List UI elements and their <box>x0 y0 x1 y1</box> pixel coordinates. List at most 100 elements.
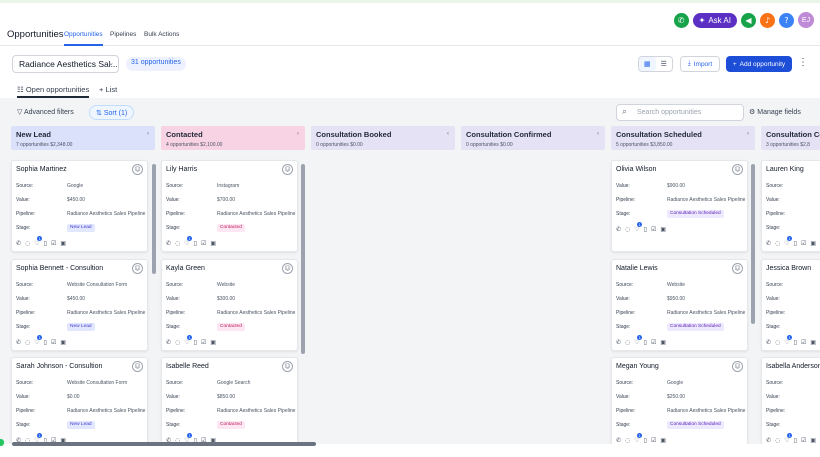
manage-fields-button[interactable]: ⚙ Manage fields <box>749 108 801 116</box>
card-name[interactable]: Kayla Green <box>166 265 205 272</box>
grid-view-icon[interactable]: ▦ <box>639 57 656 71</box>
task-icon[interactable]: ☑ <box>801 339 806 346</box>
document-icon[interactable]: ▯ <box>194 240 197 247</box>
task-icon[interactable]: ☑ <box>51 240 56 247</box>
search-input[interactable]: ⌕ Search opportunities <box>616 104 744 121</box>
document-icon[interactable]: ▯ <box>644 339 647 346</box>
card-name[interactable]: Lily Harris <box>166 166 197 173</box>
assign-user-icon[interactable]: ☺ <box>732 263 743 274</box>
calendar-icon[interactable]: ▣ <box>810 339 816 346</box>
collapse-icon[interactable]: ‹ <box>447 131 449 137</box>
calendar-icon[interactable]: ▣ <box>660 226 666 233</box>
assign-user-icon[interactable]: ☺ <box>132 361 143 372</box>
calendar-icon[interactable]: ▣ <box>210 240 216 247</box>
task-icon[interactable]: ☑ <box>651 226 656 233</box>
phone-icon[interactable]: ✆ <box>616 437 621 444</box>
opportunity-card[interactable]: Isabelle Reed ☺ Source: Google Search Value:… <box>161 357 298 444</box>
document-icon[interactable]: ▯ <box>794 240 797 247</box>
collapse-icon[interactable]: ‹ <box>147 131 149 137</box>
assign-user-icon[interactable]: ☺ <box>132 164 143 175</box>
phone-icon[interactable]: ✆ <box>766 240 771 247</box>
task-icon[interactable]: ☑ <box>651 339 656 346</box>
phone-icon[interactable]: ✆ <box>766 339 771 346</box>
opportunity-card[interactable]: Lauren King☺Source:Value:Pipeline:Stage:… <box>761 160 820 252</box>
chat-icon[interactable]: ◌ <box>175 339 180 346</box>
assign-user-icon[interactable]: ☺ <box>732 361 743 372</box>
task-icon[interactable]: ☑ <box>801 437 806 444</box>
message-icon[interactable]: ♡ <box>784 236 793 247</box>
opportunity-card[interactable]: Megan Young ☺ Source: Google Value: $250.00 Pi… <box>611 357 748 444</box>
message-icon[interactable]: ♡ <box>634 335 643 346</box>
calendar-icon[interactable]: ▣ <box>60 339 66 346</box>
document-icon[interactable]: ▯ <box>794 339 797 346</box>
tab-list[interactable]: + List <box>99 85 117 94</box>
phone-icon[interactable]: ✆ <box>616 226 621 233</box>
card-name[interactable]: Natalie Lewis <box>616 265 658 272</box>
import-button[interactable]: ⤓ Import <box>680 56 720 72</box>
task-icon[interactable]: ☑ <box>201 240 206 247</box>
phone-icon[interactable]: ✆ <box>166 339 171 346</box>
collapse-icon[interactable]: ‹ <box>297 131 299 137</box>
chat-icon[interactable]: ◌ <box>625 437 630 444</box>
document-icon[interactable]: ▯ <box>794 437 797 444</box>
card-name[interactable]: Lauren King <box>766 166 804 173</box>
chat-icon[interactable]: ◌ <box>775 240 780 247</box>
card-name[interactable]: Megan Young <box>616 363 659 370</box>
horizontal-scrollbar[interactable] <box>12 442 316 446</box>
assign-user-icon[interactable]: ☺ <box>282 361 293 372</box>
vertical-scrollbar[interactable] <box>301 164 305 354</box>
message-icon[interactable]: ♡ <box>634 433 643 444</box>
phone-icon[interactable]: ✆ <box>166 240 171 247</box>
advanced-filters-button[interactable]: ▽ Advanced filters <box>17 108 74 116</box>
assign-user-icon[interactable]: ☺ <box>282 164 293 175</box>
calendar-icon[interactable]: ▣ <box>810 240 816 247</box>
chat-icon[interactable]: ◌ <box>25 339 30 346</box>
message-icon[interactable]: ♡ <box>784 335 793 346</box>
document-icon[interactable]: ▯ <box>194 339 197 346</box>
message-icon[interactable]: ♡ <box>34 236 43 247</box>
card-name[interactable]: Sophia Bennett - Consultion <box>16 265 103 272</box>
task-icon[interactable]: ☑ <box>201 339 206 346</box>
opportunity-card[interactable]: Sophia Martinez ☺ Source: Google Value: $450.… <box>11 160 148 252</box>
document-icon[interactable]: ▯ <box>44 240 47 247</box>
document-icon[interactable]: ▯ <box>44 339 47 346</box>
opportunity-card[interactable]: Isabella Anderson☺Source:Value:Pipeline:… <box>761 357 820 444</box>
card-name[interactable]: Sophia Martinez <box>16 166 67 173</box>
card-name[interactable]: Isabella Anderson <box>766 363 820 370</box>
card-name[interactable]: Olivia Wilson <box>616 166 656 173</box>
opportunity-card[interactable]: Natalie Lewis ☺ Source: Website Value: $950.0… <box>611 259 748 351</box>
tab-pipelines[interactable]: Pipelines <box>110 31 136 38</box>
message-icon[interactable]: ♡ <box>784 433 793 444</box>
add-opportunity-button[interactable]: + Add opportunity <box>726 56 792 72</box>
collapse-icon[interactable]: ‹ <box>597 131 599 137</box>
task-icon[interactable]: ☑ <box>651 437 656 444</box>
task-icon[interactable]: ☑ <box>51 339 56 346</box>
opportunity-card[interactable]: Lily Harris ☺ Source: Instagram Value: $700.0… <box>161 160 298 252</box>
assign-user-icon[interactable]: ☺ <box>282 263 293 274</box>
chat-icon[interactable]: ◌ <box>775 437 780 444</box>
card-name[interactable]: Jessica Brown <box>766 265 811 272</box>
calendar-icon[interactable]: ▣ <box>660 339 666 346</box>
tab-bulk-actions[interactable]: Bulk Actions <box>144 31 179 38</box>
tab-opportunities[interactable]: Opportunities <box>64 31 103 46</box>
message-icon[interactable]: ♡ <box>34 335 43 346</box>
view-toggle[interactable]: ▦ ☰ <box>638 56 673 72</box>
message-icon[interactable]: ♡ <box>184 335 193 346</box>
opportunity-card[interactable]: Sarah Johnson - Consultion ☺ Source: Websit… <box>11 357 148 444</box>
sort-button[interactable]: ⇅ Sort (1) <box>89 105 135 120</box>
calendar-icon[interactable]: ▣ <box>660 437 666 444</box>
opportunity-card[interactable]: Kayla Green ☺ Source: Website Value: $300.00 P… <box>161 259 298 351</box>
collapse-icon[interactable]: ‹ <box>747 131 749 137</box>
chat-icon[interactable]: ◌ <box>775 339 780 346</box>
calendar-icon[interactable]: ▣ <box>60 240 66 247</box>
chat-icon[interactable]: ◌ <box>625 339 630 346</box>
message-icon[interactable]: ♡ <box>184 236 193 247</box>
phone-icon[interactable]: ✆ <box>16 240 21 247</box>
phone-icon[interactable]: ✆ <box>766 437 771 444</box>
card-name[interactable]: Isabelle Reed <box>166 363 209 370</box>
calendar-icon[interactable]: ▣ <box>810 437 816 444</box>
opportunity-card[interactable]: Olivia Wilson ☺ Value: $900.00 Pipeline: Radi… <box>611 160 748 252</box>
phone-icon[interactable]: ✆ <box>16 339 21 346</box>
message-icon[interactable]: ♡ <box>634 222 643 233</box>
document-icon[interactable]: ▯ <box>644 226 647 233</box>
